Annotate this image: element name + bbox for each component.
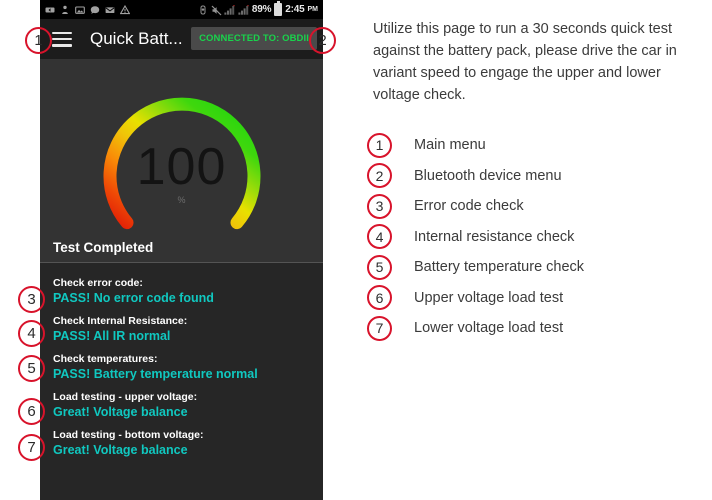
legend-number-2: 2 (367, 163, 392, 189)
table-row: Check temperatures: PASS! Battery temper… (40, 348, 323, 386)
person-icon (60, 5, 70, 15)
legend-number-4: 4 (367, 224, 392, 250)
signal-icon-2 (238, 4, 249, 15)
battery-gauge-card: 100 % Test Completed (40, 59, 323, 263)
usb-icon (198, 5, 208, 15)
result-label: Check temperatures: (53, 353, 158, 365)
table-row: Load testing - upper voltage: Great! Vol… (40, 386, 323, 424)
legend-label-1: Main menu (414, 137, 486, 154)
callout-marker-2: 2 (309, 27, 336, 54)
legend-number-3: 3 (367, 193, 392, 219)
callout-legend: 1 Main menu 2 Bluetooth device menu 3 Er… (367, 130, 707, 344)
gauge-value-label: 100 (136, 138, 227, 196)
list-item: 5 Battery temperature check (367, 252, 707, 283)
bluetooth-connection-badge[interactable]: CONNECTED TO: OBDII (191, 27, 317, 50)
list-item: 2 Bluetooth device menu (367, 161, 707, 192)
table-row: Check error code: PASS! No error code fo… (40, 272, 323, 310)
legend-number-6: 6 (367, 285, 392, 311)
back-icon (45, 5, 55, 15)
mail-icon (105, 5, 115, 15)
chat-icon (90, 5, 100, 15)
clock-meridiem-label: PM (307, 6, 319, 13)
android-status-bar: 89% 2:45 PM (40, 0, 323, 19)
legend-number-7: 7 (367, 315, 392, 341)
table-row: Load testing - bottom voltage: Great! Vo… (40, 424, 323, 462)
callout-marker-7: 7 (18, 434, 45, 461)
hamburger-menu-icon[interactable] (52, 31, 72, 47)
list-item: 6 Upper voltage load test (367, 283, 707, 314)
legend-label-2: Bluetooth device menu (414, 167, 562, 184)
result-value: PASS! No error code found (53, 291, 214, 305)
legend-label-4: Internal resistance check (414, 228, 575, 245)
explanation-panel: Utilize this page to run a 30 seconds qu… (323, 0, 712, 500)
phone-screenshot-panel: 89% 2:45 PM Quick Batt... CONNECTED TO: … (40, 0, 323, 500)
hamburger-bar (52, 31, 72, 34)
page-title: Quick Batt... (90, 29, 183, 48)
callout-marker-1: 1 (25, 27, 52, 54)
legend-label-3: Error code check (414, 198, 524, 215)
status-bar-system-icons: 89% 2:45 PM (198, 1, 319, 16)
intro-paragraph: Utilize this page to run a 30 seconds qu… (373, 21, 677, 103)
result-value: PASS! All IR normal (53, 329, 171, 343)
hamburger-bar (52, 37, 72, 41)
signal-icon-1 (224, 4, 235, 15)
mute-icon (211, 5, 222, 15)
table-row: Check Internal Resistance: PASS! All IR … (40, 310, 323, 348)
result-value: PASS! Battery temperature normal (53, 367, 258, 381)
legend-label-6: Upper voltage load test (414, 289, 564, 306)
legend-label-5: Battery temperature check (414, 259, 585, 276)
result-value: Great! Voltage balance (53, 405, 188, 419)
result-label: Check Internal Resistance: (53, 315, 188, 327)
test-results-list: Check error code: PASS! No error code fo… (40, 264, 323, 500)
image-icon (75, 5, 85, 15)
callout-marker-5: 5 (18, 355, 45, 382)
clock-label: 2:45 (285, 4, 305, 15)
list-item: 4 Internal resistance check (367, 222, 707, 253)
gauge-status-label: Test Completed (53, 240, 154, 255)
list-item: 1 Main menu (367, 130, 707, 161)
battery-full-icon (274, 1, 283, 16)
warning-icon (120, 4, 130, 15)
callout-marker-6: 6 (18, 398, 45, 425)
result-label: Load testing - upper voltage: (53, 391, 198, 403)
legend-label-7: Lower voltage load test (414, 320, 564, 337)
callout-marker-3: 3 (18, 286, 45, 313)
status-bar-notification-icons (45, 4, 130, 15)
list-item: 7 Lower voltage load test (367, 313, 707, 344)
hamburger-bar (52, 44, 72, 47)
result-label: Load testing - bottom voltage: (53, 429, 204, 441)
result-label: Check error code: (53, 277, 143, 289)
result-value: Great! Voltage balance (53, 443, 188, 457)
list-item: 3 Error code check (367, 191, 707, 222)
app-action-bar: Quick Batt... CONNECTED TO: OBDII (40, 19, 323, 59)
legend-number-1: 1 (367, 132, 392, 158)
gauge-unit-label: % (177, 195, 186, 205)
battery-percent-label: 89% (251, 4, 272, 15)
legend-number-5: 5 (367, 254, 392, 280)
callout-marker-4: 4 (18, 320, 45, 347)
